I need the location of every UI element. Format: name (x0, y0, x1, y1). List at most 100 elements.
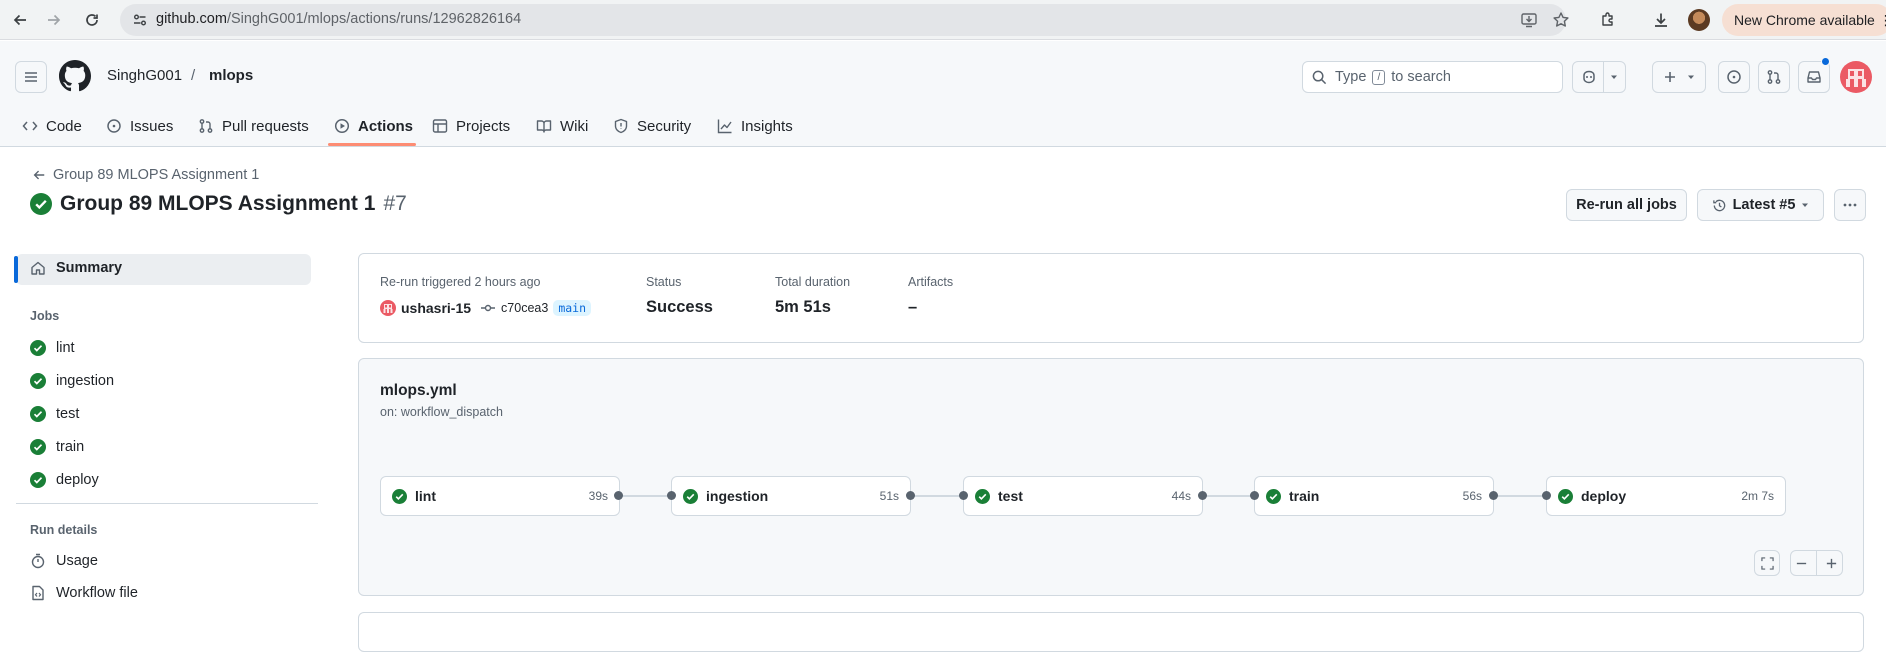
success-check-icon (30, 406, 46, 422)
attempt-selector-button[interactable]: Latest #5 (1697, 189, 1824, 221)
stopwatch-icon (31, 553, 45, 569)
tab-projects[interactable]: Projects (432, 105, 510, 147)
commit-icon (481, 304, 496, 312)
sidebar-job-ingestion[interactable]: ingestion (30, 373, 114, 389)
job-node-train[interactable]: train 56s (1254, 476, 1494, 516)
zoom-controls (1790, 550, 1843, 576)
success-check-icon (30, 373, 46, 389)
success-check-icon (30, 340, 46, 356)
shield-icon (614, 118, 628, 134)
sidebar-job-train[interactable]: train (30, 439, 84, 455)
reload-icon[interactable] (78, 6, 106, 34)
more-options-button[interactable] (1834, 189, 1866, 221)
home-icon (31, 261, 45, 275)
github-header: SinghG001 / mlops Type / to search Code (0, 41, 1886, 147)
extensions-icon[interactable] (1594, 6, 1622, 34)
trigger-label: Re-run triggered 2 hours ago (380, 275, 541, 289)
artifacts-label: Artifacts (908, 275, 954, 289)
table-icon (432, 119, 448, 133)
connector-dot (614, 491, 623, 500)
history-icon (1712, 199, 1725, 211)
actor-avatar[interactable] (380, 300, 396, 316)
success-check-icon (683, 488, 698, 504)
job-connector (1494, 495, 1546, 497)
connector-dot (1489, 491, 1498, 500)
downloads-icon[interactable] (1647, 6, 1675, 34)
sidebar-job-lint[interactable]: lint (30, 340, 75, 356)
job-node-ingestion[interactable]: ingestion 51s (671, 476, 911, 516)
tab-security[interactable]: Security (613, 105, 691, 147)
play-icon (334, 118, 350, 134)
connector-dot (959, 491, 968, 500)
sidebar-job-test[interactable]: test (30, 406, 79, 422)
actor-link[interactable]: ushasri-15 (401, 300, 471, 316)
copilot-button[interactable] (1572, 61, 1626, 93)
branch-badge[interactable]: main (553, 300, 592, 316)
job-node-lint[interactable]: lint 39s (380, 476, 620, 516)
success-check-icon (975, 488, 990, 504)
notification-dot (1821, 57, 1830, 66)
active-tab-indicator (328, 143, 416, 146)
sidebar-item-usage[interactable]: Usage (30, 553, 98, 569)
install-app-icon[interactable] (1520, 11, 1538, 29)
success-check-icon (1558, 488, 1573, 504)
repo-owner-link[interactable]: SinghG001 (107, 67, 182, 84)
run-details-heading: Run details (30, 523, 98, 537)
jobs-log-panel (358, 612, 1864, 652)
create-new-button[interactable] (1652, 61, 1706, 93)
search-input[interactable]: Type / to search (1302, 61, 1563, 93)
user-avatar[interactable] (1840, 61, 1872, 93)
zoom-out-icon[interactable] (1795, 557, 1808, 570)
tab-issues[interactable]: Issues (106, 105, 173, 147)
connector-dot (906, 491, 915, 500)
bookmark-star-icon[interactable] (1552, 11, 1570, 29)
run-actor: ushasri-15 c70cea3 main (380, 300, 592, 316)
job-connector (911, 495, 963, 497)
new-chrome-available-button[interactable]: New Chrome available ⋮ (1722, 4, 1886, 36)
chevron-down-icon (1802, 203, 1809, 207)
tab-actions[interactable]: Actions (334, 105, 413, 147)
arrow-left-icon (33, 170, 45, 180)
chrome-profile-avatar[interactable] (1688, 9, 1710, 31)
tab-insights[interactable]: Insights (717, 105, 793, 147)
success-check-icon (30, 472, 46, 488)
menu-icon[interactable] (15, 61, 47, 93)
run-number: #7 (383, 192, 407, 215)
job-node-test[interactable]: test 44s (963, 476, 1203, 516)
tab-code[interactable]: Code (22, 105, 82, 147)
duration-value: 5m 51s (775, 298, 831, 316)
sidebar-selected-indicator (14, 256, 18, 283)
graph-icon (717, 119, 732, 134)
sidebar-item-workflow-file[interactable]: Workflow file (30, 585, 138, 601)
success-check-icon (1266, 488, 1281, 504)
rerun-all-jobs-button[interactable]: Re-run all jobs (1566, 189, 1687, 221)
status-label: Status (646, 275, 682, 289)
pull-requests-icon[interactable] (1758, 61, 1790, 93)
duration-label: Total duration (775, 275, 851, 289)
workflow-trigger: on: workflow_dispatch (380, 405, 503, 419)
screen-full-icon (1760, 556, 1774, 570)
zoom-in-icon[interactable] (1825, 557, 1838, 570)
address-bar[interactable]: github.com/SinghG001/mlops/actions/runs/… (120, 4, 1569, 36)
tab-wiki[interactable]: Wiki (536, 105, 588, 147)
fullscreen-button[interactable] (1754, 550, 1780, 576)
job-connector (1203, 495, 1255, 497)
github-logo-icon[interactable] (59, 60, 91, 92)
back-to-workflow-link[interactable]: Group 89 MLOPS Assignment 1 (32, 167, 259, 183)
job-node-deploy[interactable]: deploy 2m 7s (1546, 476, 1786, 516)
success-check-icon (392, 488, 407, 504)
forward-arrow-icon[interactable] (40, 6, 68, 34)
back-arrow-icon[interactable] (6, 6, 34, 34)
status-value: Success (646, 298, 713, 316)
browser-toolbar: github.com/SinghG001/mlops/actions/runs/… (0, 0, 1886, 40)
url-text: github.com/SinghG001/mlops/actions/runs/… (156, 11, 522, 27)
sidebar-job-deploy[interactable]: deploy (30, 472, 99, 488)
search-icon (1312, 70, 1327, 85)
site-settings-icon[interactable] (132, 12, 148, 28)
sidebar-item-summary[interactable]: Summary (30, 260, 122, 276)
repo-name-link[interactable]: mlops (209, 67, 253, 84)
workflow-file-name: mlops.yml (380, 382, 457, 399)
tab-pull-requests[interactable]: Pull requests (198, 105, 309, 147)
commit-sha-link[interactable]: c70cea3 (501, 301, 548, 315)
issues-icon[interactable] (1718, 61, 1750, 93)
